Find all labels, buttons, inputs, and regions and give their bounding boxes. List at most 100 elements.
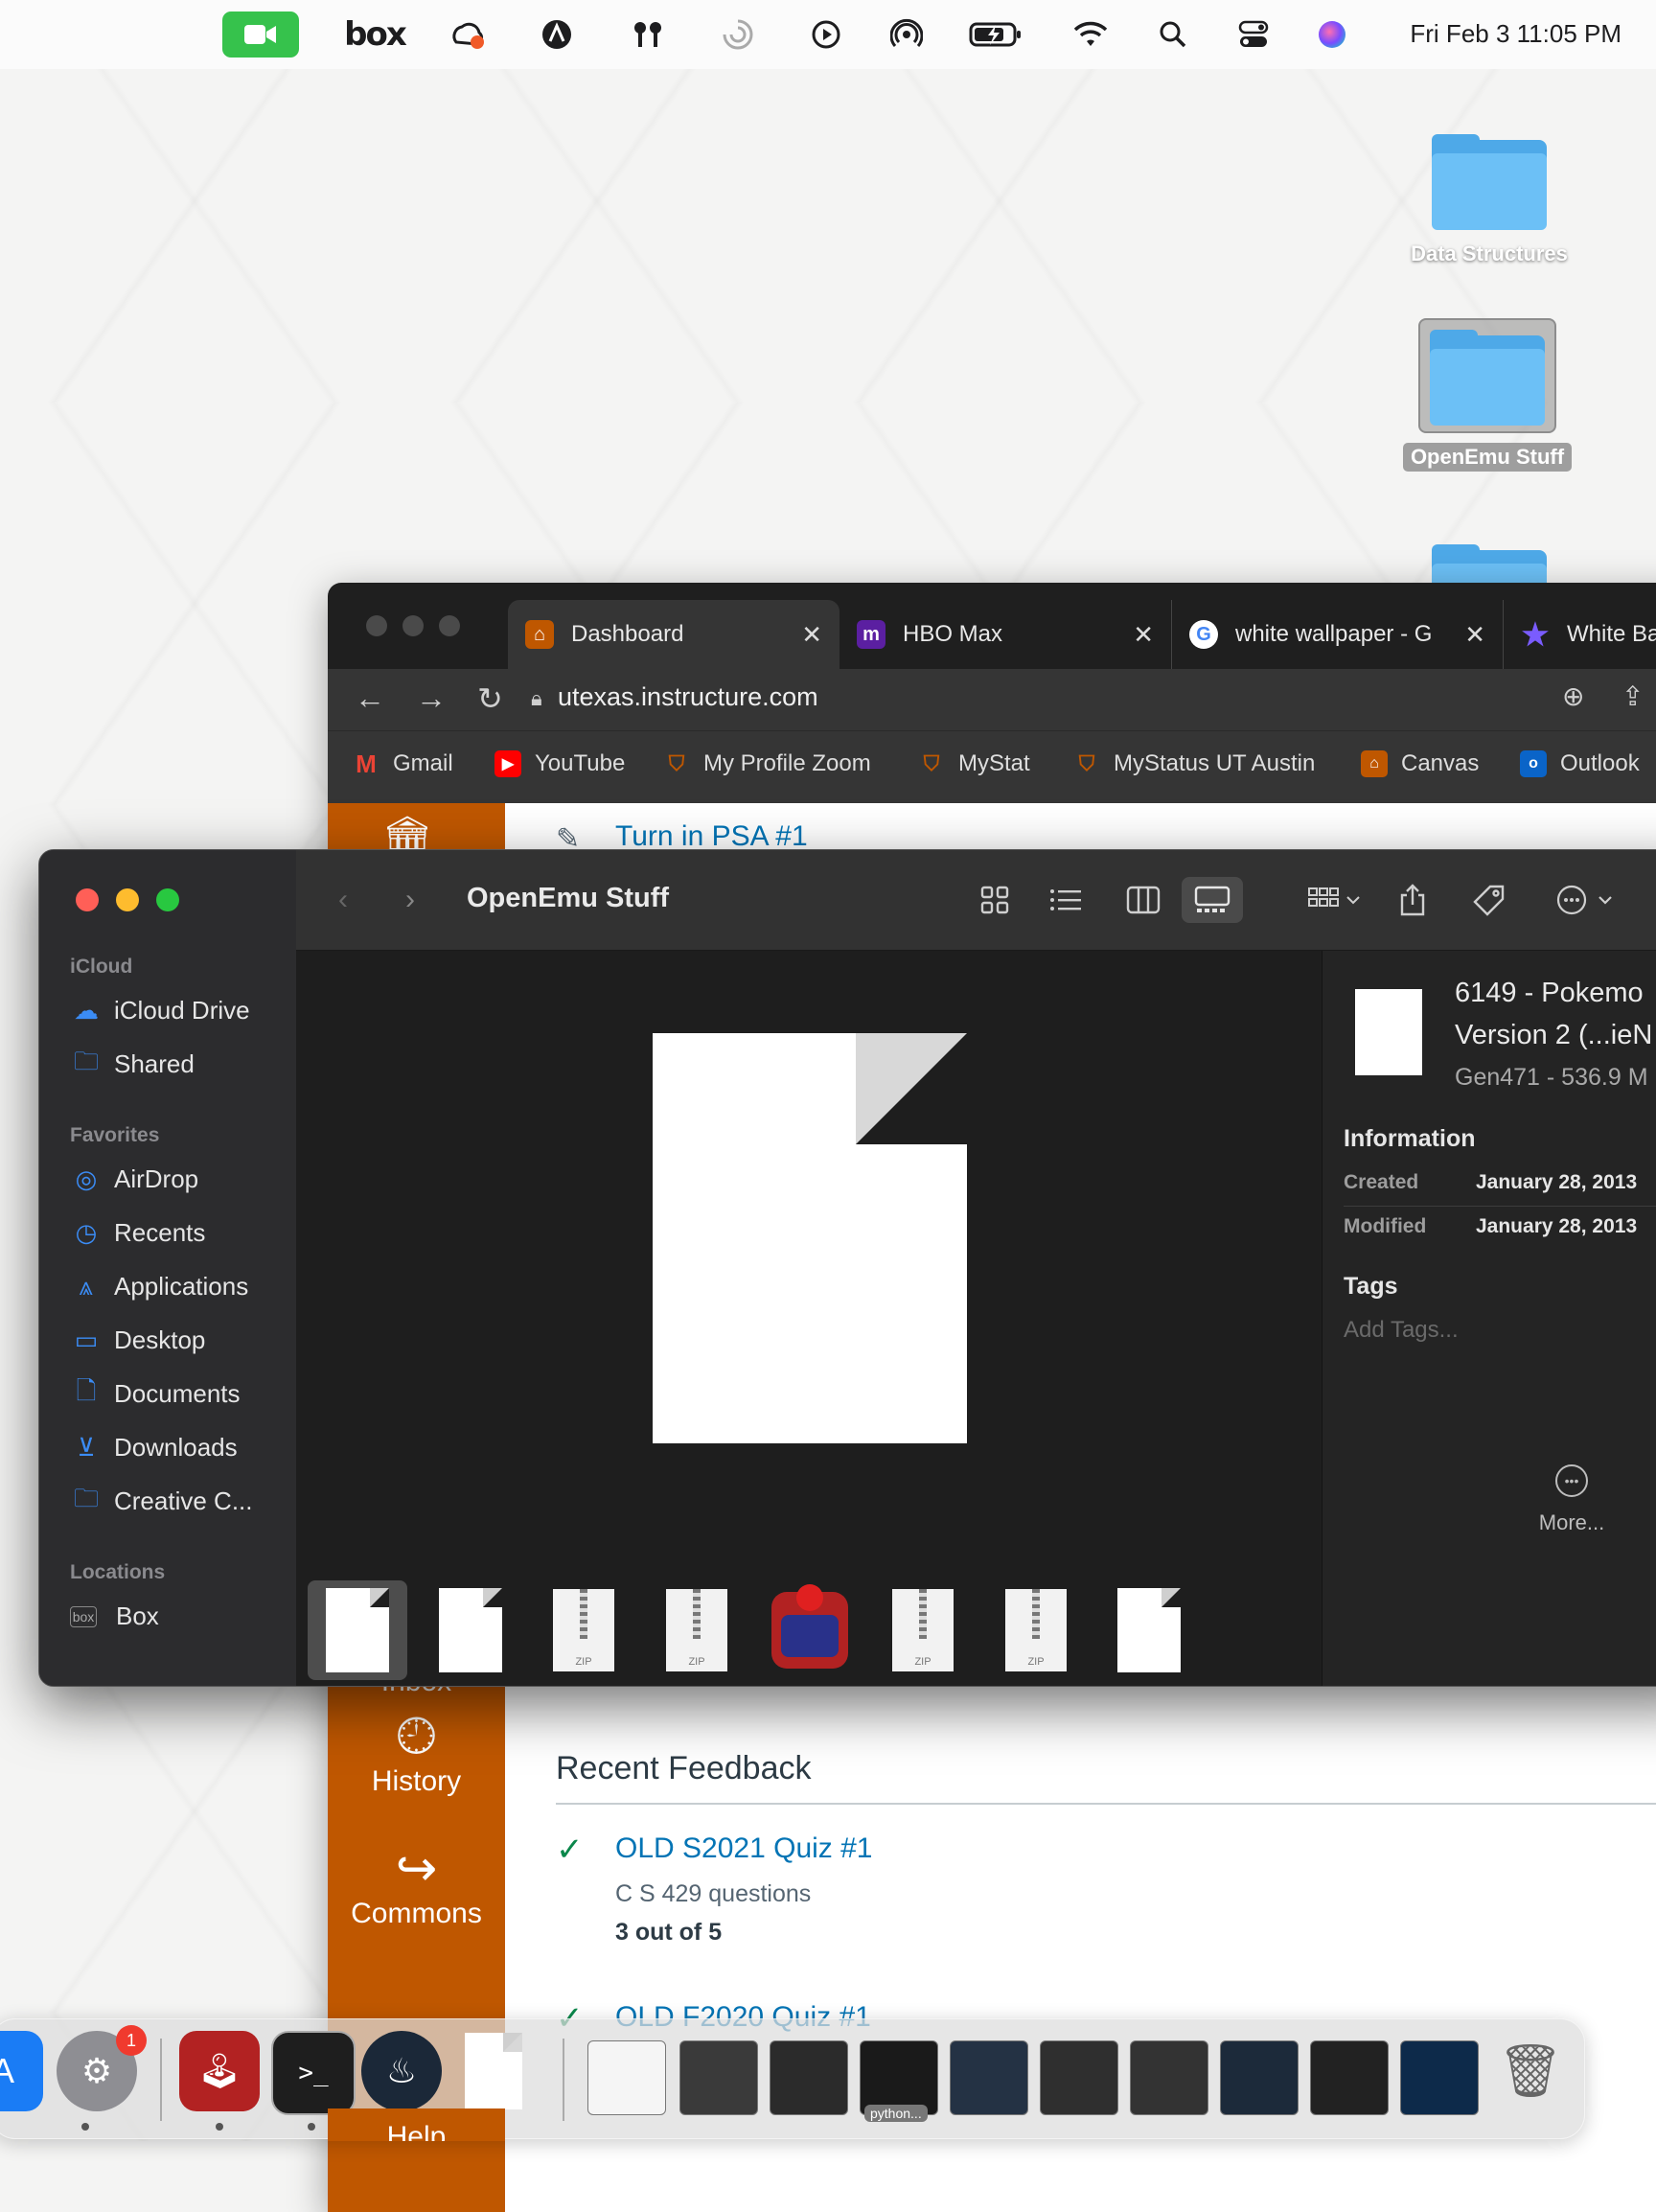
thumbnail-document[interactable] — [421, 1580, 520, 1680]
play-icon[interactable] — [807, 17, 845, 52]
sidebar-item-recents[interactable]: ◷ Recents — [70, 1218, 206, 1248]
nav-help[interactable]: Help — [328, 2108, 505, 2141]
shared-folder-icon: 🗀︎ — [73, 1046, 99, 1075]
minimized-window-python[interactable]: python... — [860, 2040, 938, 2122]
zoom-window-button[interactable] — [156, 888, 179, 911]
menu-bar-clock[interactable]: Fri Feb 3 11:05 PM — [1410, 19, 1622, 49]
bookmark-youtube[interactable]: ▶ YouTube — [494, 750, 625, 777]
bookmark-canvas[interactable]: ⌂ Canvas — [1361, 750, 1479, 777]
box-icon[interactable]: box — [341, 15, 408, 54]
minimized-window-mail[interactable] — [1040, 2040, 1118, 2115]
close-window-button[interactable] — [366, 615, 387, 636]
back-chevron-icon[interactable]: ‹ — [338, 877, 348, 923]
facetime-icon[interactable] — [222, 12, 299, 58]
thumbnail-zip[interactable]: ZIP — [534, 1580, 633, 1680]
thumbnail-document[interactable] — [308, 1580, 407, 1680]
tab-hbo-max[interactable]: m HBO Max ✕ — [840, 600, 1171, 669]
vpn-icon[interactable] — [539, 17, 575, 52]
minimized-window-facetime[interactable] — [679, 2040, 758, 2115]
sidebar-item-airdrop[interactable]: ◎ AirDrop — [70, 1164, 198, 1194]
close-tab-icon[interactable]: ✕ — [801, 620, 822, 650]
list-view-icon[interactable] — [1049, 877, 1082, 923]
lock-icon[interactable]: 🔒︎ — [531, 686, 542, 711]
airplay-icon[interactable] — [887, 17, 926, 52]
focus-icon[interactable] — [719, 17, 757, 52]
column-view-icon[interactable] — [1126, 877, 1161, 923]
nav-commons[interactable]: ↪ Commons — [328, 1840, 505, 1930]
more-actions-icon[interactable] — [1552, 877, 1619, 923]
minimized-window-finder[interactable] — [770, 2040, 848, 2115]
tab-dashboard[interactable]: ⌂ Dashboard ✕ — [508, 600, 840, 669]
zoom-window-button[interactable] — [439, 615, 460, 636]
thumbnail-zip[interactable]: ZIP — [873, 1580, 973, 1680]
bookmark-gmail[interactable]: M Gmail — [353, 749, 453, 778]
group-by-icon[interactable] — [1302, 877, 1369, 923]
selection-highlight — [1418, 318, 1556, 433]
document-preview-icon[interactable] — [653, 1033, 967, 1443]
siri-icon[interactable] — [1317, 17, 1347, 52]
forward-chevron-icon[interactable]: › — [405, 877, 415, 923]
sidebar-item-desktop[interactable]: ▭ Desktop — [70, 1325, 206, 1355]
desktop-folder-data-structures[interactable]: Data Structures — [1393, 134, 1585, 268]
sidebar-item-downloads[interactable]: ⊻ Downloads — [70, 1433, 237, 1463]
sidebar-item-applications[interactable]: ⩓ Applications — [70, 1272, 249, 1302]
thumbnail-openemu-app[interactable] — [760, 1580, 860, 1680]
reload-icon[interactable]: ↻ — [477, 680, 503, 717]
bookmark-my-profile-zoom[interactable]: ⛉ My Profile Zoom — [663, 750, 871, 777]
back-arrow-icon[interactable]: ← — [355, 680, 385, 716]
airpods-icon[interactable] — [629, 17, 667, 52]
search-icon[interactable] — [1156, 17, 1190, 52]
gallery-view-icon[interactable] — [1182, 877, 1243, 923]
system-settings-icon[interactable]: ⚙ 1 — [57, 2025, 147, 2111]
minimized-window-steam[interactable] — [1220, 2040, 1299, 2115]
app-store-icon[interactable]: A — [0, 2031, 43, 2111]
sidebar-item-documents[interactable]: 🗋︎ Documents — [70, 1376, 241, 1409]
bookmark-mystat[interactable]: ⛉ MyStat — [918, 750, 1030, 777]
bookmark-mystatus-ut-austin[interactable]: ⛉ MyStatus UT Austin — [1073, 750, 1316, 777]
minimize-window-button[interactable] — [402, 615, 424, 636]
share-icon[interactable] — [1398, 877, 1427, 923]
battery-icon[interactable] — [968, 17, 1024, 52]
terminal-icon[interactable]: >_ — [271, 2031, 356, 2115]
control-center-icon[interactable] — [1236, 17, 1271, 52]
minimized-window-chrome[interactable] — [587, 2040, 666, 2115]
todo-link[interactable]: Turn in PSA #1 — [615, 820, 808, 853]
document-icon[interactable] — [453, 2031, 534, 2111]
desktop-folder-partial[interactable] — [1393, 544, 1585, 583]
tab-white-wallpaper[interactable]: G white wallpaper - G ✕ — [1171, 600, 1503, 669]
trash-icon[interactable]: 🗑︎ — [1490, 2031, 1571, 2111]
minimize-window-button[interactable] — [116, 888, 139, 911]
bookmark-outlook[interactable]: o Outlook — [1520, 750, 1640, 777]
thumbnail-zip[interactable]: ZIP — [647, 1580, 747, 1680]
creative-cloud-icon[interactable] — [447, 17, 489, 52]
icon-view-icon[interactable] — [980, 877, 1009, 923]
tab-white-ba[interactable]: ★ White Ba — [1503, 600, 1656, 669]
star-icon: ★ — [1521, 617, 1550, 652]
minimized-window-openemu[interactable] — [1130, 2040, 1208, 2115]
sidebar-item-box[interactable]: box Box — [70, 1601, 159, 1631]
thumbnail-document[interactable] — [1099, 1580, 1199, 1680]
minimized-window-photos[interactable] — [1310, 2040, 1389, 2115]
minimized-window-messages[interactable] — [950, 2040, 1028, 2115]
sidebar-item-creative-cloud[interactable]: 🗀︎ Creative C... — [70, 1484, 253, 1516]
thumbnail-zip[interactable]: ZIP — [986, 1580, 1086, 1680]
close-window-button[interactable] — [76, 888, 99, 911]
sidebar-item-icloud-drive[interactable]: ☁︎ iCloud Drive — [70, 996, 250, 1025]
minimized-window-maps[interactable] — [1400, 2040, 1479, 2115]
add-tags-field[interactable]: Add Tags... — [1344, 1317, 1459, 1344]
steam-icon[interactable]: ♨ — [361, 2031, 442, 2111]
more-button[interactable]: ••• More... — [1524, 1464, 1620, 1535]
feedback-link[interactable]: OLD S2021 Quiz #1 — [615, 1832, 873, 1865]
forward-arrow-icon[interactable]: → — [416, 680, 447, 716]
openemu-icon[interactable]: 🕹︎ — [179, 2031, 260, 2111]
close-tab-icon[interactable]: ✕ — [1133, 620, 1154, 650]
desktop-folder-openemu-stuff[interactable]: OpenEmu Stuff — [1392, 318, 1583, 472]
sidebar-item-shared[interactable]: 🗀︎ Shared — [70, 1046, 195, 1079]
nav-history[interactable]: 🕘︎ History — [328, 1708, 505, 1798]
close-tab-icon[interactable]: ✕ — [1464, 620, 1485, 650]
address-bar[interactable]: utexas.instructure.com — [558, 682, 818, 712]
share-icon[interactable]: ⇪ — [1622, 680, 1644, 712]
zoom-icon[interactable]: ⊕ — [1562, 680, 1584, 712]
wifi-icon[interactable] — [1070, 17, 1112, 52]
tag-icon[interactable] — [1473, 877, 1506, 923]
